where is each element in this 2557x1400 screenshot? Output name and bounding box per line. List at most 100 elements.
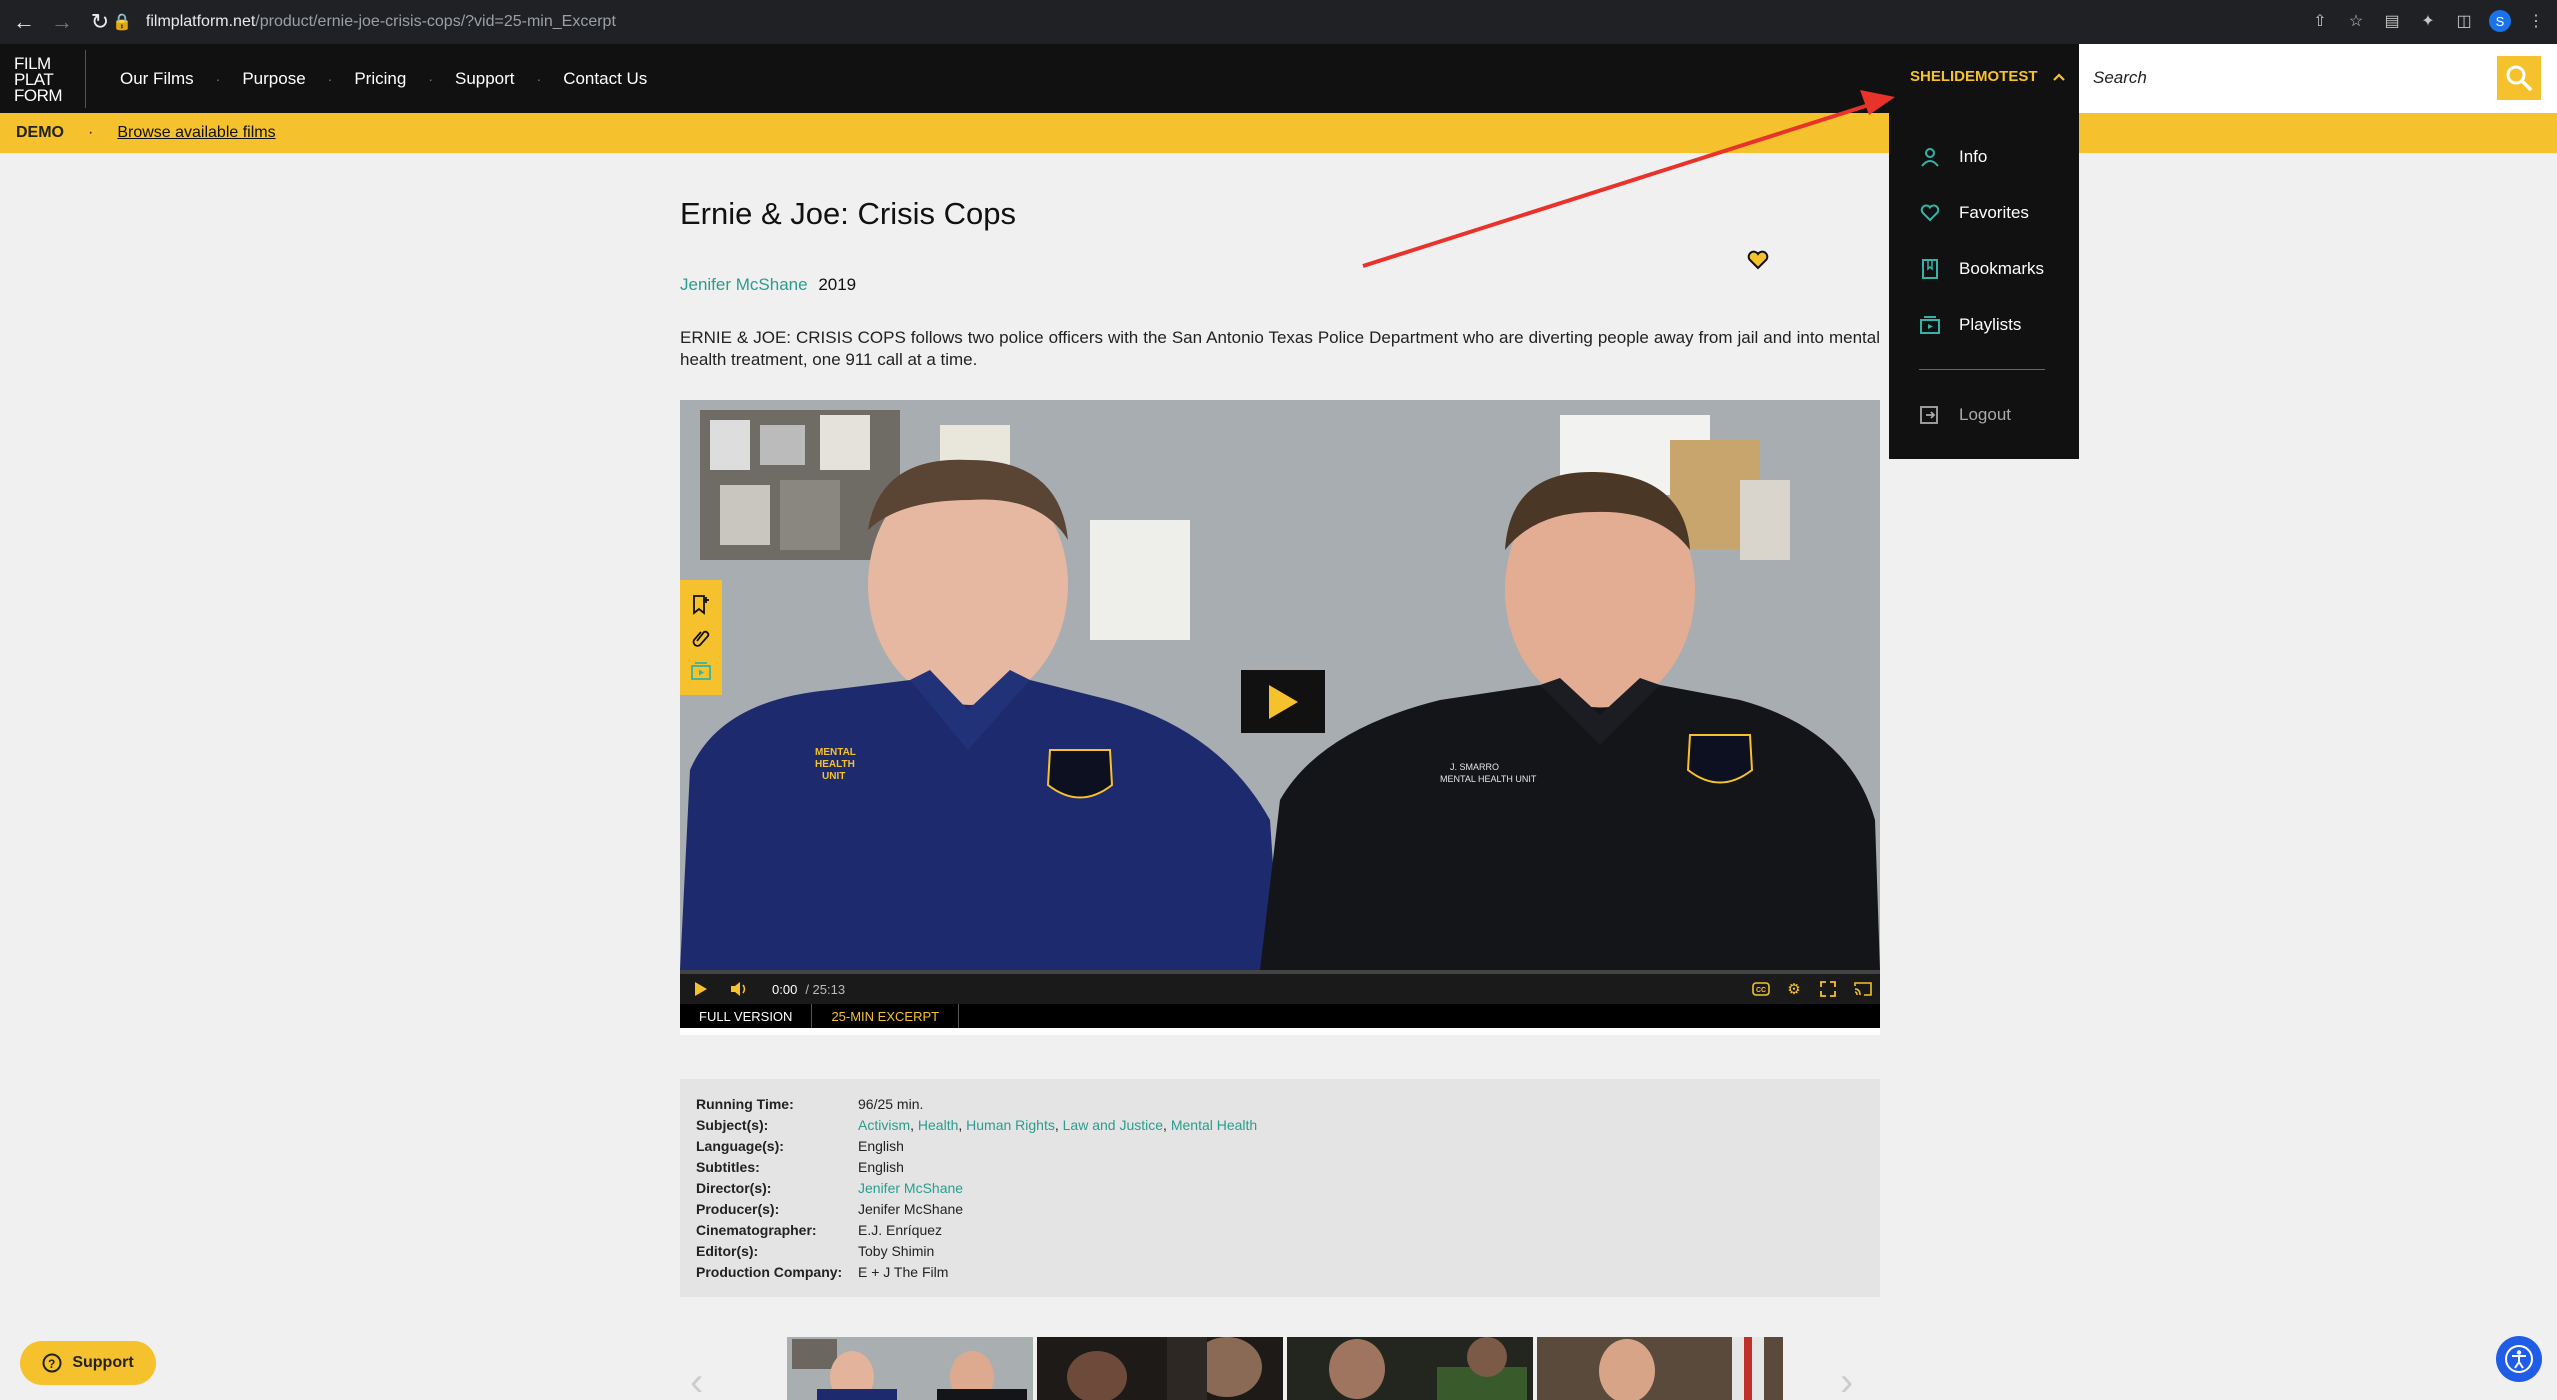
svg-text:J. SMARRO: J. SMARRO [1450, 762, 1499, 772]
thumbnail-carousel [787, 1337, 1785, 1400]
thumbnail[interactable] [1537, 1337, 1783, 1400]
menu-item-bookmarks[interactable]: Bookmarks [1919, 258, 2044, 280]
favorite-heart-icon[interactable] [1747, 250, 1771, 272]
subject-link-health[interactable]: Health [918, 1117, 958, 1133]
fullscreen-icon[interactable] [1817, 978, 1839, 1000]
menu-item-info[interactable]: Info [1919, 146, 1987, 168]
nav-our-films[interactable]: Our Films [120, 69, 194, 89]
back-icon[interactable]: ← [10, 8, 38, 36]
detail-directors: Director(s): Jenifer McShane [696, 1180, 963, 1198]
detail-value: 96/25 min. [858, 1096, 924, 1112]
clip-icon[interactable] [691, 627, 711, 649]
thumbnail[interactable] [1287, 1337, 1533, 1400]
nav-purpose[interactable]: Purpose [242, 69, 305, 89]
nav-separator: · [428, 70, 433, 87]
play-small-icon[interactable] [694, 981, 708, 997]
detail-value: E.J. Enríquez [858, 1222, 943, 1238]
reload-icon[interactable]: ↻ [86, 8, 114, 36]
detail-value: Activism, Health, Human Rights, Law and … [858, 1117, 1258, 1133]
detail-producers: Producer(s): Jenifer McShane [696, 1201, 963, 1219]
director-detail-link[interactable]: Jenifer McShane [858, 1180, 963, 1198]
bookmark-add-icon[interactable] [691, 594, 711, 616]
nav-separator: · [327, 70, 333, 87]
tab-25-min-excerpt[interactable]: 25-MIN EXCERPT [812, 1004, 960, 1028]
browser-toolbar: ← → ↻ 🔒 filmplatform.net/product/ernie-j… [0, 0, 2557, 44]
video-controls: 0:00 / 25:13 CC ⚙ [680, 974, 1880, 1004]
browse-films-link[interactable]: Browse available films [117, 124, 275, 142]
cast-icon[interactable] [1852, 978, 1874, 1000]
menu-item-playlists[interactable]: Playlists [1919, 314, 2021, 336]
extensions-icon[interactable]: ✦ [2417, 10, 2439, 32]
account-name: SHELIDEMOTEST [1910, 68, 2038, 85]
detail-subtitles: Subtitles: English [696, 1159, 904, 1177]
browser-menu-icon[interactable]: ⋮ [2525, 10, 2547, 32]
subject-link-human-rights[interactable]: Human Rights [966, 1117, 1055, 1133]
menu-item-label: Info [1959, 147, 1988, 166]
site-logo[interactable]: FILM PLAT FORM [10, 50, 86, 108]
thumbnail[interactable] [1037, 1337, 1283, 1400]
video-player[interactable]: MENTAL HEALTH UNIT J. SMARRO MENTAL HEAL… [680, 400, 1880, 1028]
video-side-tools [680, 580, 722, 695]
detail-production-company: Production Company: E + J The Film [696, 1264, 948, 1282]
detail-editors: Editor(s): Toby Shimin [696, 1243, 934, 1261]
lock-icon: 🔒 [112, 14, 132, 31]
playlist-add-icon[interactable] [691, 661, 711, 681]
search-box [2079, 44, 2557, 113]
svg-text:UNIT: UNIT [822, 771, 845, 782]
support-button[interactable]: ? Support [20, 1341, 156, 1385]
detail-label: Subtitles: [696, 1159, 760, 1175]
captions-icon[interactable]: CC [1750, 978, 1772, 1000]
time-current: 0:00 [772, 981, 798, 997]
detail-label: Production Company: [696, 1264, 843, 1280]
nav-separator: · [215, 70, 221, 87]
sidebar-icon[interactable]: ◫ [2453, 10, 2475, 32]
settings-icon[interactable]: ⚙ [1783, 978, 1805, 1000]
detail-label: Subject(s): [696, 1117, 769, 1133]
nav-pricing[interactable]: Pricing [354, 69, 406, 89]
search-input[interactable] [2093, 62, 2453, 94]
svg-text:?: ? [48, 1357, 55, 1371]
address-bar[interactable]: 🔒 filmplatform.net/product/ernie-joe-cri… [112, 6, 2452, 38]
person-icon [1919, 146, 1941, 168]
subject-link-law-and-justice[interactable]: Law and Justice [1063, 1117, 1163, 1133]
profile-avatar[interactable]: S [2489, 10, 2511, 32]
heart-icon [1919, 202, 1941, 224]
menu-item-favorites[interactable]: Favorites [1919, 202, 2029, 224]
video-bottom-strip [680, 1028, 1880, 1035]
account-menu-toggle[interactable]: SHELIDEMOTEST [1910, 68, 2066, 85]
menu-item-logout[interactable]: Logout [1919, 404, 2011, 426]
demo-bar: DEMO · Browse available films [0, 113, 2557, 153]
menu-item-label: Bookmarks [1959, 259, 2045, 278]
thumbnail[interactable] [787, 1337, 1033, 1400]
tab-full-version[interactable]: FULL VERSION [680, 1004, 813, 1028]
nav-support[interactable]: Support [455, 69, 515, 89]
director-link[interactable]: Jenifer McShane [680, 275, 808, 294]
film-details: Running Time: 96/25 min. Subject(s): Act… [680, 1079, 1880, 1297]
subject-link-activism[interactable]: Activism [858, 1117, 910, 1133]
browser-actions: ⇧ ☆ ▤ ✦ ◫ S ⋮ [2309, 10, 2547, 32]
nav-contact-us[interactable]: Contact Us [563, 69, 647, 89]
play-button[interactable] [1241, 670, 1325, 733]
forward-icon[interactable]: → [48, 8, 76, 36]
demo-label: DEMO [16, 124, 64, 141]
detail-subjects: Subject(s): Activism, Health, Human Righ… [696, 1117, 1257, 1135]
search-button[interactable] [2497, 56, 2541, 100]
film-byline: Jenifer McShane 2019 [680, 275, 856, 295]
carousel-prev-arrow[interactable]: ‹ [690, 1362, 720, 1400]
detail-label: Director(s): [696, 1180, 772, 1196]
carousel-next-arrow[interactable]: › [1840, 1362, 1870, 1400]
detail-value: English [858, 1138, 904, 1154]
subject-link-mental-health[interactable]: Mental Health [1171, 1117, 1257, 1133]
detail-value: Toby Shimin [858, 1243, 935, 1259]
site-header: FILM PLAT FORM Our Films · Purpose · Pri… [0, 44, 2557, 113]
logo-line: FORM [14, 86, 63, 105]
help-icon: ? [42, 1353, 62, 1373]
detail-label: Cinematographer: [696, 1222, 817, 1238]
accessibility-button[interactable] [2496, 1336, 2542, 1382]
star-icon[interactable]: ☆ [2345, 10, 2367, 32]
volume-icon[interactable] [730, 981, 750, 997]
playlist-icon [1919, 314, 1941, 336]
detail-value: Jenifer McShane [858, 1201, 964, 1217]
share-icon[interactable]: ⇧ [2309, 10, 2331, 32]
translate-icon[interactable]: ▤ [2381, 10, 2403, 32]
